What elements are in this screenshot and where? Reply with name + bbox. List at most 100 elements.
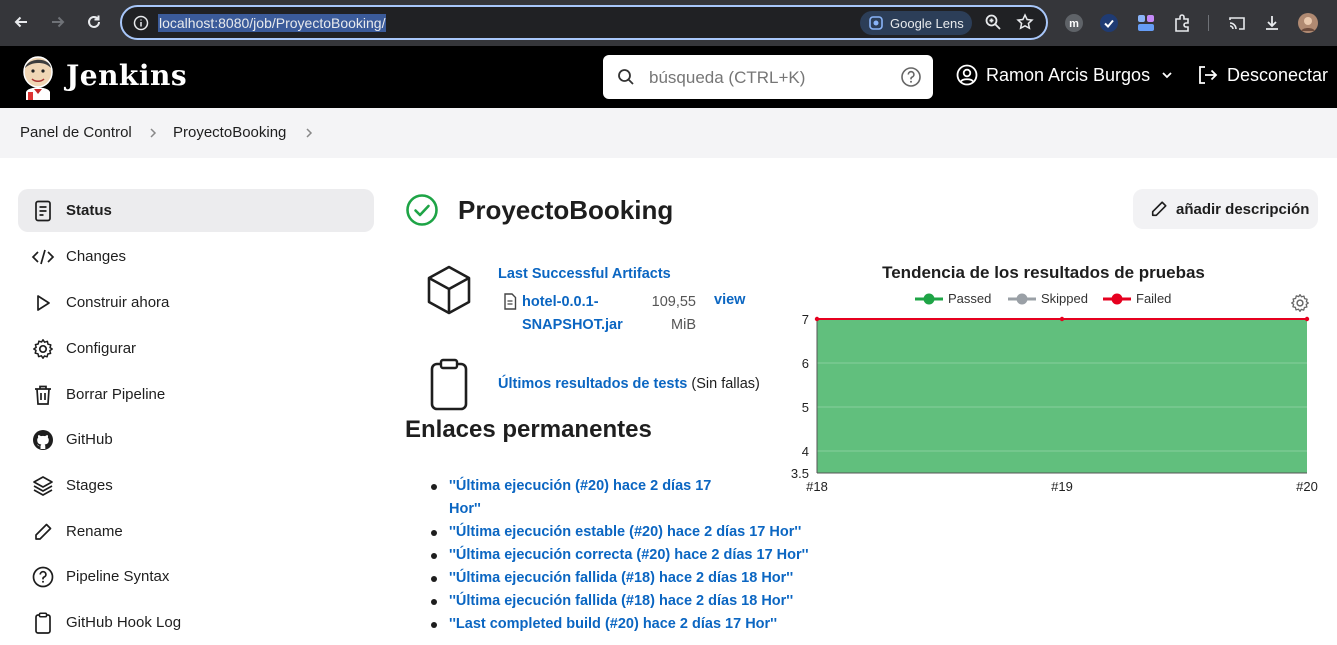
artifact-file-link[interactable]: hotel-0.0.1-SNAPSHOT.jar [522,291,632,337]
sidebar-item-github[interactable]: GitHub [18,418,374,461]
sidebar-item-stages[interactable]: Stages [18,464,374,507]
sidebar-item-label: Changes [66,248,127,265]
data-point [1304,316,1310,322]
search-icon [617,68,635,86]
extension-check-icon[interactable] [1098,12,1120,34]
x-tick-label: #20 [1296,479,1318,494]
download-icon[interactable] [1261,12,1283,34]
zoom-icon[interactable] [984,13,1002,31]
profile-avatar[interactable] [1297,12,1319,34]
user-name[interactable]: Ramon Arcis Burgos [986,65,1150,86]
sidebar-item-label: Stages [66,477,113,494]
legend-label: Passed [948,291,991,306]
jenkins-logo-icon[interactable] [20,54,56,100]
permalink-item[interactable]: ''Última ejecución estable (#20) hace 2 … [430,521,810,544]
y-tick-label: 6 [802,356,809,371]
bookmark-star-icon[interactable] [1016,13,1034,31]
search-placeholder: búsqueda (CTRL+K) [649,68,806,87]
breadcrumb-project[interactable]: ProyectoBooking [173,124,286,141]
logout-button[interactable]: Desconectar [1196,64,1328,86]
sidebar-item-label: Configurar [66,340,137,357]
logout-label[interactable]: Desconectar [1227,65,1328,86]
chevron-right-icon [150,128,157,138]
jenkins-brand[interactable]: Jenkins [66,59,187,92]
permalink-item[interactable]: ''Última ejecución fallida (#18) hace 2 … [430,590,810,613]
sidebar-item-label: GitHub [66,431,113,448]
breadcrumb: Panel de Control ProyectoBooking [0,108,1337,158]
file-icon [503,293,517,310]
cast-icon[interactable] [1226,12,1248,34]
data-point [814,316,820,322]
permalink-item[interactable]: ''Last completed build (#20) hace 2 días… [430,613,810,636]
breadcrumb-dashboard[interactable]: Panel de Control [20,124,132,141]
y-tick-label: 5 [802,400,809,415]
code-icon [31,245,55,269]
chart-title: Tendencia de los resultados de pruebas [882,263,1205,282]
sidebar-item-rename[interactable]: Rename [18,510,374,553]
permalink-item[interactable]: ''Última ejecución fallida (#18) hace 2 … [430,567,810,590]
artifact-file-size: 109,55 MiB [651,294,696,333]
search-help-icon[interactable] [900,66,922,88]
last-successful-artifacts-link[interactable]: Last Successful Artifacts [498,266,671,282]
latest-test-results-link[interactable]: Últimos resultados de tests [498,376,687,392]
permalinks-list: ''Última ejecución (#20) hace 2 días 17 … [430,475,810,636]
gear-icon [31,337,55,361]
legend-marker [1016,293,1028,305]
reload-button[interactable] [83,11,105,33]
info-icon[interactable] [133,15,149,31]
pencil-icon [1151,201,1167,217]
extensions-puzzle-icon[interactable] [1171,12,1193,34]
sidebar-item-status[interactable]: Status [18,189,374,232]
y-tick-label: 4 [802,444,809,459]
latest-test-results: Últimos resultados de tests (Sin fallas) [498,376,760,392]
clipboard-icon [428,358,470,412]
play-icon [31,291,55,315]
sidebar-item-label: Construir ahora [66,294,170,311]
sidebar-item-label: Status [66,202,112,219]
permalink-item[interactable]: ''Última ejecución (#20) hace 2 días 17 … [430,475,720,521]
search-input[interactable]: búsqueda (CTRL+K) [603,55,933,99]
extension-blocks-icon[interactable] [1135,12,1157,34]
back-button[interactable] [10,11,32,33]
passed-area [817,319,1307,473]
add-description-button[interactable]: añadir descripción [1133,189,1318,229]
chevron-right-icon[interactable] [303,127,315,139]
layers-icon [31,474,55,498]
google-lens-button[interactable]: Google Lens [860,11,972,35]
pencil-icon [31,520,55,544]
permalink-item[interactable]: ''Última ejecución correcta (#20) hace 2… [430,544,810,567]
sidebar-item-label: Rename [66,523,123,540]
success-check-icon [405,193,439,227]
legend-marker [923,293,935,305]
data-point [1059,316,1065,322]
user-avatar-icon [956,64,978,86]
google-lens-label: Google Lens [890,15,964,31]
sidebar-item-delete-pipeline[interactable]: Borrar Pipeline [18,373,374,416]
arrow-right-icon [52,16,65,28]
sidebar-item-build-now[interactable]: Construir ahora [18,281,374,324]
package-box-icon [425,264,473,316]
extension-m-icon[interactable]: m [1063,12,1085,34]
x-tick-label: #18 [806,479,828,494]
legend-label: Skipped [1041,291,1088,306]
toolbar-divider [1208,15,1209,31]
forward-button[interactable] [47,11,69,33]
sidebar-item-github-hook-log[interactable]: GitHub Hook Log [18,601,374,644]
user-menu[interactable]: Ramon Arcis Burgos [956,64,1174,86]
sidebar-item-configure[interactable]: Configurar [18,327,374,370]
page-title: ProyectoBooking [458,195,674,225]
sidebar-item-changes[interactable]: Changes [18,235,374,278]
legend-marker [1111,293,1123,305]
legend-label: Failed [1136,291,1171,306]
github-icon [31,428,55,452]
logout-icon [1199,66,1218,84]
sidebar-item-pipeline-syntax[interactable]: Pipeline Syntax [18,555,374,598]
address-bar[interactable]: localhost:8080/job/ProyectoBooking/ Goog… [120,5,1048,40]
arrow-left-icon [14,16,27,28]
document-icon [31,199,55,223]
svg-text:m: m [1069,18,1079,30]
add-description-label[interactable]: añadir descripción [1176,201,1309,218]
sidebar-item-label: GitHub Hook Log [66,614,182,631]
artifact-view-link[interactable]: view [714,291,745,309]
url-text[interactable]: localhost:8080/job/ProyectoBooking/ [158,14,387,32]
